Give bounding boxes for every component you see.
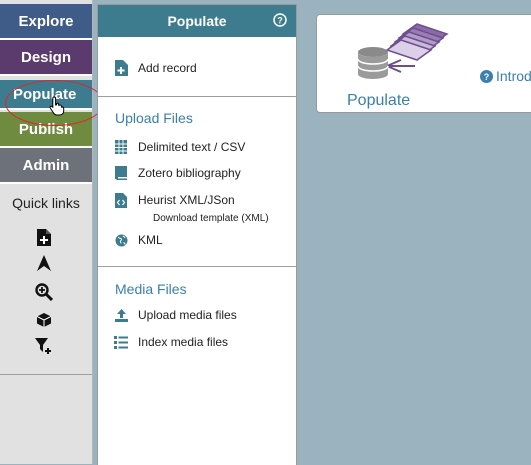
nav-publish-button[interactable]: Publish bbox=[0, 112, 92, 148]
delimited-text-csv-label: Delimited text / CSV bbox=[138, 140, 246, 154]
nav-design-button[interactable]: Design bbox=[0, 40, 92, 76]
cube-icon[interactable] bbox=[34, 310, 54, 330]
card-title: Populate bbox=[347, 92, 411, 109]
add-record-item[interactable]: Add record bbox=[114, 59, 197, 77]
media-files-heading: Media Files bbox=[115, 281, 187, 297]
list-icon bbox=[114, 335, 128, 349]
add-record-icon bbox=[114, 60, 128, 76]
nav-admin-button[interactable]: Admin bbox=[0, 148, 92, 184]
index-media-files-item[interactable]: Index media files bbox=[114, 333, 228, 351]
introduction-link[interactable]: ? Introduction bbox=[480, 68, 531, 84]
nav-explore-button[interactable]: Explore bbox=[0, 4, 92, 40]
upload-media-files-item[interactable]: Upload media files bbox=[114, 306, 237, 324]
code-file-icon bbox=[114, 192, 128, 208]
zoom-in-icon[interactable] bbox=[34, 282, 54, 302]
add-record-label: Add record bbox=[138, 61, 197, 75]
populate-panel: Populate ? Add record Upload Files Delim… bbox=[97, 4, 297, 465]
populate-card: Populate ? Introduction bbox=[316, 14, 531, 113]
navigate-arrow-icon[interactable] bbox=[34, 253, 54, 273]
table-icon bbox=[114, 140, 128, 154]
panel-divider bbox=[98, 96, 296, 97]
svg-text:?: ? bbox=[277, 16, 283, 26]
panel-title: Populate bbox=[167, 13, 227, 29]
filter-add-icon[interactable] bbox=[34, 336, 54, 356]
help-circle-icon: ? bbox=[480, 69, 493, 83]
zotero-bibliography-item[interactable]: Zotero bibliography bbox=[114, 164, 241, 182]
left-navigation: Explore Design Publish Populate Admin Qu… bbox=[0, 0, 93, 464]
upload-icon bbox=[114, 308, 128, 322]
zotero-bibliography-label: Zotero bibliography bbox=[138, 166, 241, 180]
nav-populate-button[interactable]: Populate bbox=[0, 80, 92, 110]
kml-label: KML bbox=[138, 233, 163, 247]
panel-divider bbox=[98, 266, 296, 267]
panel-header: Populate ? bbox=[98, 5, 296, 37]
svg-text:?: ? bbox=[484, 72, 490, 82]
book-icon bbox=[114, 166, 128, 180]
nav-divider bbox=[0, 374, 92, 375]
heurist-xml-json-label: Heurist XML/JSon bbox=[138, 193, 235, 207]
introduction-link-label: Introduction bbox=[496, 68, 531, 84]
content-area: Populate ? Introduction bbox=[316, 14, 531, 113]
help-icon[interactable]: ? bbox=[273, 13, 287, 27]
download-template-link[interactable]: Download template (XML) bbox=[153, 213, 269, 224]
kml-item[interactable]: KML bbox=[114, 231, 163, 249]
add-file-icon[interactable] bbox=[34, 227, 54, 247]
upload-files-heading: Upload Files bbox=[115, 110, 193, 126]
heurist-xml-json-item[interactable]: Heurist XML/JSon bbox=[114, 191, 235, 209]
populate-database-graphic bbox=[357, 23, 449, 79]
quick-links-label: Quick links bbox=[12, 195, 80, 211]
globe-icon bbox=[114, 233, 128, 247]
upload-media-files-label: Upload media files bbox=[138, 308, 237, 322]
index-media-files-label: Index media files bbox=[138, 335, 229, 349]
delimited-text-csv-item[interactable]: Delimited text / CSV bbox=[114, 138, 245, 156]
hand-cursor-icon bbox=[49, 96, 65, 116]
